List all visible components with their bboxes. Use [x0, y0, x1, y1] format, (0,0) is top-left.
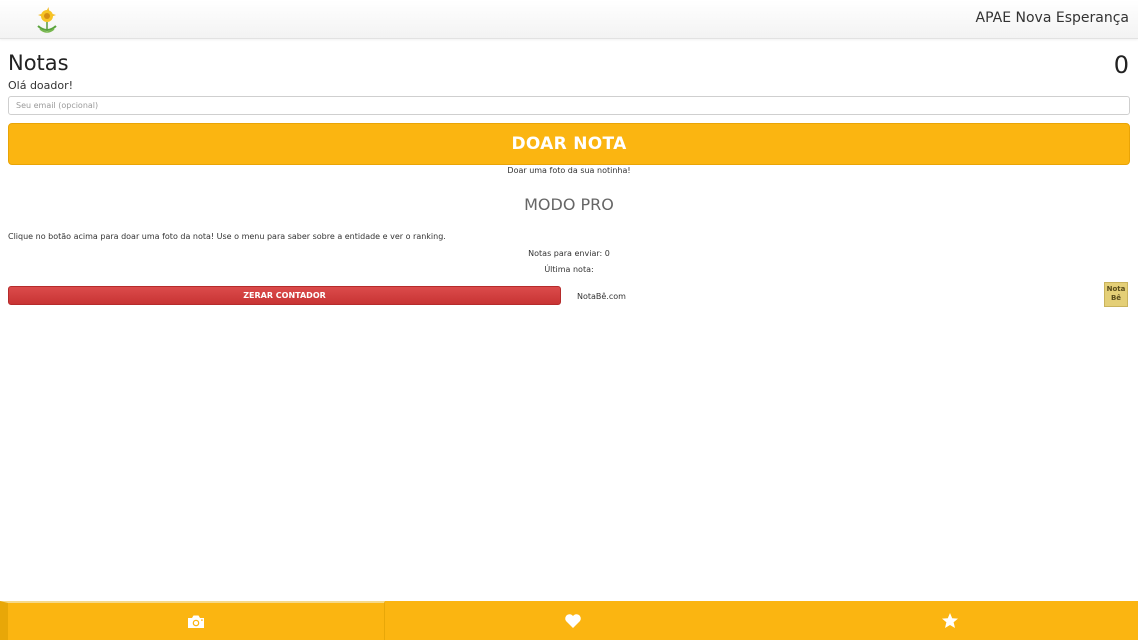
instructions-text: Clique no botão acima para doar uma foto…	[8, 232, 446, 241]
pro-mode-link[interactable]: MODO PRO	[0, 195, 1138, 214]
page-title: Notas	[8, 51, 69, 75]
tab-star[interactable]	[762, 601, 1138, 640]
tab-heart[interactable]	[385, 601, 761, 640]
heart-icon	[565, 613, 582, 628]
donate-hint: Doar uma foto da sua notinha!	[507, 166, 631, 175]
donate-note-button[interactable]: DOAR NOTA	[8, 123, 1130, 165]
notes-counter: 0	[1113, 51, 1129, 79]
last-note-label: Última nota:	[544, 265, 594, 274]
pending-notes-label: Notas para enviar: 0	[528, 249, 610, 258]
bottom-tab-bar	[0, 601, 1138, 640]
email-input[interactable]	[8, 96, 1130, 115]
tab-camera[interactable]	[0, 601, 386, 640]
star-icon	[941, 612, 958, 628]
notabe-logo-icon[interactable]: Nota Bê	[1104, 282, 1128, 307]
greeting-text: Olá doador!	[8, 79, 74, 92]
camera-icon	[188, 615, 205, 628]
app-title: APAE Nova Esperança	[975, 10, 1129, 26]
reset-counter-button[interactable]: ZERAR CONTADOR	[8, 286, 561, 305]
notabe-link[interactable]: NotaBê.com	[577, 292, 626, 301]
sunflower-logo-icon[interactable]	[34, 6, 60, 34]
top-navbar: APAE Nova Esperança	[0, 0, 1138, 39]
